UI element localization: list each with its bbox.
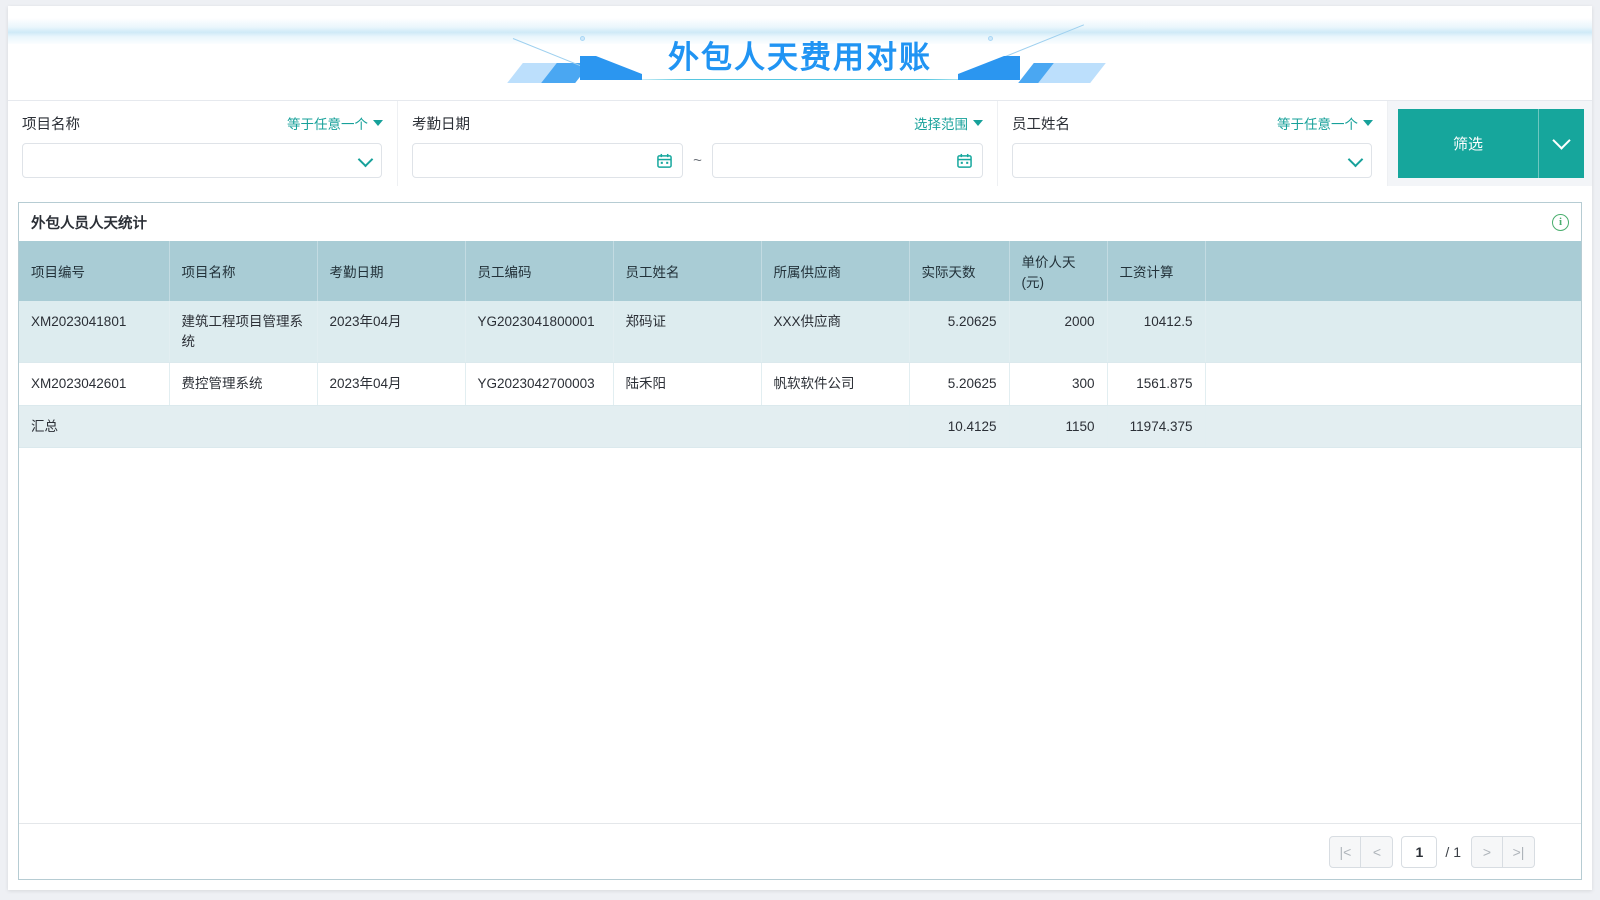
app-window: 外包人天费用对账 项目名称 等于任意一个 考勤日期 选择范围 ~ 员工姓名 等于… — [8, 6, 1592, 890]
chevron-down-icon — [1347, 151, 1364, 167]
cell-salary: 1561.875 — [1107, 362, 1206, 406]
filter-date-label: 考勤日期 — [412, 116, 470, 133]
column-header-project-name[interactable]: 项目名称 — [169, 241, 318, 301]
cell-actual-days: 5.20625 — [909, 362, 1010, 406]
filter-date-operator[interactable]: 选择范围 — [914, 113, 983, 133]
cell-employee-name: 郑码证 — [613, 301, 762, 364]
pagination-first-button[interactable]: |< — [1329, 835, 1362, 868]
info-icon[interactable]: i — [1552, 213, 1569, 231]
calendar-icon — [957, 153, 972, 168]
filter-employee-operator[interactable]: 等于任意一个 — [1277, 113, 1373, 133]
table-scroll-area: 项目编号 项目名称 考勤日期 员工编码 员工姓名 所属供应商 实际天数 单价人天… — [19, 241, 1581, 823]
cell-blank — [1205, 362, 1581, 406]
filter-bar: 项目名称 等于任意一个 考勤日期 选择范围 ~ 员工姓名 等于任意一个 筛选 — [8, 100, 1592, 186]
table-panel-header: 外包人员人天统计 i — [19, 203, 1581, 241]
column-header-unit-price[interactable]: 单价人天 (元) — [1009, 241, 1108, 301]
cell-blank — [1205, 301, 1581, 364]
filter-project-operator[interactable]: 等于任意一个 — [287, 113, 383, 133]
column-header-actual-days[interactable]: 实际天数 — [909, 241, 1010, 301]
cell-supplier: XXX供应商 — [761, 301, 910, 364]
cell-actual-days: 5.20625 — [909, 301, 1010, 364]
cell-unit-price: 2000 — [1009, 301, 1108, 364]
table-row[interactable]: XM2023041801 建筑工程项目管理系统 2023年04月 YG20230… — [19, 301, 1581, 364]
banner-underline — [620, 79, 992, 80]
cell-salary: 10412.5 — [1107, 301, 1206, 364]
employee-name-select[interactable] — [1012, 143, 1372, 178]
pagination-prev-button[interactable]: < — [1361, 835, 1394, 868]
cell-summary-unit-price: 1150 — [1009, 405, 1108, 449]
cell-project-name: 建筑工程项目管理系统 — [169, 301, 318, 364]
table-title: 外包人员人天统计 — [31, 215, 147, 232]
banner-bracket-left — [580, 56, 642, 80]
pagination-next-group: > >| — [1471, 835, 1535, 868]
filter-attendance-date: 考勤日期 选择范围 ~ — [398, 101, 998, 186]
calendar-icon — [657, 153, 672, 168]
column-header-blank — [1205, 241, 1581, 301]
column-header-employee-code[interactable]: 员工编码 — [465, 241, 614, 301]
date-range-separator: ~ — [693, 152, 702, 169]
filter-date-operator-label: 选择范围 — [914, 117, 968, 132]
pagination-last-button[interactable]: >| — [1503, 835, 1535, 868]
caret-down-icon — [973, 120, 983, 126]
cell-employee-name: 陆禾阳 — [613, 362, 762, 406]
column-header-employee-name[interactable]: 员工姓名 — [613, 241, 762, 301]
banner-dot-left — [580, 36, 585, 41]
cell-project-name: 费控管理系统 — [169, 362, 318, 406]
pagination-current-page[interactable]: 1 — [1401, 835, 1438, 868]
filter-button-group: 筛选 — [1388, 101, 1592, 186]
filter-project-name: 项目名称 等于任意一个 — [8, 101, 398, 186]
column-header-supplier[interactable]: 所属供应商 — [761, 241, 910, 301]
filter-employee-label: 员工姓名 — [1012, 116, 1070, 133]
table-header-row: 项目编号 项目名称 考勤日期 员工编码 员工姓名 所属供应商 实际天数 单价人天… — [19, 241, 1581, 301]
cell-summary-salary: 11974.375 — [1107, 405, 1206, 449]
chevron-down-icon — [357, 151, 374, 167]
date-start-input[interactable] — [412, 143, 684, 178]
pagination-total-pages: / 1 — [1445, 843, 1461, 860]
column-header-project-code[interactable]: 项目编号 — [19, 241, 170, 301]
chevron-down-icon — [1552, 131, 1571, 150]
filter-employee-name: 员工姓名 等于任意一个 — [998, 101, 1388, 186]
date-end-input[interactable] — [711, 143, 983, 178]
filter-employee-operator-label: 等于任意一个 — [1277, 117, 1358, 132]
banner-dot-right — [988, 36, 993, 41]
cell-attendance-date: 2023年04月 — [317, 362, 466, 406]
column-header-attendance-date[interactable]: 考勤日期 — [317, 241, 466, 301]
cell-summary-actual-days: 10.4125 — [909, 405, 1010, 449]
project-name-select[interactable] — [22, 143, 382, 178]
cell-unit-price: 300 — [1009, 362, 1108, 406]
filter-submit-button[interactable]: 筛选 — [1398, 109, 1538, 178]
filter-expand-button[interactable] — [1538, 109, 1584, 178]
caret-down-icon — [373, 120, 383, 126]
column-header-unit-price-line2: (元) — [1021, 275, 1045, 290]
cell-supplier: 帆软软件公司 — [761, 362, 910, 406]
cell-employee-code: YG2023041800001 — [465, 301, 614, 364]
column-header-unit-price-line1: 单价人天 — [1021, 255, 1076, 270]
filter-project-label: 项目名称 — [22, 116, 80, 133]
page-banner: 外包人天费用对账 — [8, 6, 1592, 100]
cell-summary-blank — [1205, 405, 1581, 449]
pagination-next-button[interactable]: > — [1471, 835, 1503, 868]
table-panel: 外包人员人天统计 i 项目编号 项目名称 考勤日期 员工编码 员工姓名 所属供应… — [18, 202, 1582, 880]
pagination: |< < 1 / 1 > >| — [19, 823, 1581, 879]
filter-project-operator-label: 等于任意一个 — [287, 117, 368, 132]
cell-project-code: XM2023041801 — [19, 301, 170, 364]
cell-attendance-date: 2023年04月 — [317, 301, 466, 364]
column-header-salary[interactable]: 工资计算 — [1107, 241, 1206, 301]
cell-summary-label: 汇总 — [19, 405, 910, 449]
table-summary-row: 汇总 10.4125 1150 11974.375 — [19, 405, 1581, 449]
outsourcing-statistics-table: 项目编号 项目名称 考勤日期 员工编码 员工姓名 所属供应商 实际天数 单价人天… — [19, 241, 1581, 449]
cell-employee-code: YG2023042700003 — [465, 362, 614, 406]
cell-project-code: XM2023042601 — [19, 362, 170, 406]
pagination-prev-group: |< < — [1329, 835, 1394, 868]
caret-down-icon — [1363, 120, 1373, 126]
table-row[interactable]: XM2023042601 费控管理系统 2023年04月 YG202304270… — [19, 362, 1581, 406]
banner-bracket-right — [958, 56, 1020, 80]
page-title: 外包人天费用对账 — [668, 40, 932, 75]
